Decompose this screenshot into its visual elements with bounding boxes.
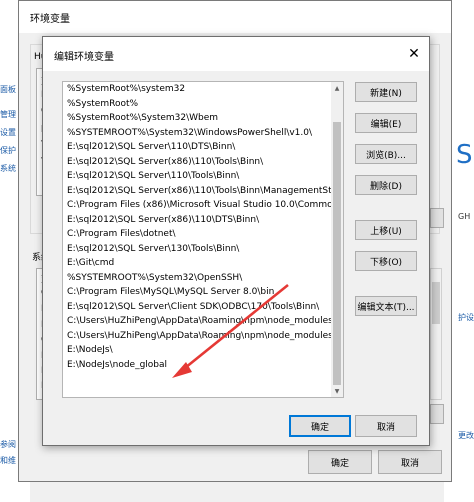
- background-link[interactable]: 和维: [0, 455, 16, 466]
- system-variables-scroll-thumb[interactable]: [432, 282, 440, 324]
- path-list-item[interactable]: C:\Program Files (x86)\Microsoft Visual …: [63, 198, 343, 213]
- path-list-item-selected[interactable]: E:\NodeJs\node_global: [63, 357, 343, 372]
- outer-user-delete-button[interactable]: [430, 208, 444, 228]
- background-text: GH: [458, 212, 471, 221]
- path-list-item[interactable]: E:\sql2012\SQL Server\110\Tools\Binn\: [63, 169, 343, 184]
- path-list-item[interactable]: E:\sql2012\SQL Server\Client SDK\ODBC\17…: [63, 300, 343, 315]
- background-link[interactable]: 参阅: [0, 439, 16, 450]
- path-list-item[interactable]: E:\sql2012\SQL Server\110\DTS\Binn\: [63, 140, 343, 155]
- background-link[interactable]: 面板: [0, 84, 16, 95]
- path-list-item[interactable]: E:\NodeJs\: [63, 343, 343, 358]
- background-link[interactable]: 系统: [0, 163, 16, 174]
- outer-titlebar[interactable]: [19, 1, 451, 33]
- dialog-ok-button[interactable]: 确定: [289, 415, 351, 437]
- outer-cancel-button[interactable]: 取消: [378, 450, 442, 474]
- path-list-item[interactable]: E:\sql2012\SQL Server(x86)\110\Tools\Bin…: [63, 155, 343, 170]
- path-list-item[interactable]: C:\Program Files\MySQL\MySQL Server 8.0\…: [63, 285, 343, 300]
- background-link[interactable]: 保护: [0, 145, 16, 156]
- delete-button[interactable]: 删除(D): [355, 175, 417, 195]
- close-icon[interactable]: ✕: [404, 44, 424, 64]
- move-up-button[interactable]: 上移(U): [355, 220, 417, 240]
- outer-system-delete-button[interactable]: [430, 404, 444, 424]
- path-list-item[interactable]: E:\sql2012\SQL Server(x86)\110\Tools\Bin…: [63, 184, 343, 199]
- path-list-item[interactable]: %SYSTEMROOT%\System32\OpenSSH\: [63, 271, 343, 286]
- path-list-scroll-thumb[interactable]: [333, 122, 341, 385]
- background-link[interactable]: 管理: [0, 109, 16, 120]
- path-list-item[interactable]: C:\Users\HuZhiPeng\AppData\Roaming\npm\n…: [63, 329, 343, 344]
- path-list[interactable]: %SystemRoot%\system32 %SystemRoot% %Syst…: [62, 81, 344, 398]
- path-list-item[interactable]: %SystemRoot%\system32: [63, 82, 343, 97]
- path-list-item[interactable]: E:\sql2012\SQL Server\130\Tools\Binn\: [63, 242, 343, 257]
- path-list-item[interactable]: C:\Program Files\dotnet\: [63, 227, 343, 242]
- path-list-item[interactable]: C:\Users\HuZhiPeng\AppData\Roaming\npm\n…: [63, 314, 343, 329]
- move-down-button[interactable]: 下移(O): [355, 251, 417, 271]
- new-button[interactable]: 新建(N): [355, 82, 417, 102]
- dialog-cancel-button[interactable]: 取消: [355, 415, 417, 437]
- dialog-title: 编辑环境变量: [54, 52, 114, 63]
- background-link[interactable]: 设置: [0, 127, 16, 138]
- background-link[interactable]: 更改: [458, 430, 474, 441]
- path-list-item[interactable]: E:\sql2012\SQL Server(x86)\110\DTS\Binn\: [63, 213, 343, 228]
- scroll-down-arrow-icon[interactable]: ▼: [331, 385, 343, 397]
- edit-button[interactable]: 编辑(E): [355, 113, 417, 133]
- edit-text-button[interactable]: 编辑文本(T)...: [355, 296, 417, 316]
- path-list-item[interactable]: %SYSTEMROOT%\System32\WindowsPowerShell\…: [63, 126, 343, 141]
- background-link[interactable]: 护设: [458, 312, 474, 323]
- path-list-item[interactable]: E:\Git\cmd: [63, 256, 343, 271]
- outer-ok-button[interactable]: 确定: [308, 450, 372, 474]
- background-brand-text: S: [456, 140, 473, 170]
- path-list-item[interactable]: %SystemRoot%: [63, 97, 343, 112]
- path-list-item[interactable]: %SystemRoot%\System32\Wbem: [63, 111, 343, 126]
- scroll-up-arrow-icon[interactable]: ▲: [331, 82, 343, 94]
- outer-window-title: 环境变量: [30, 14, 70, 25]
- browse-button[interactable]: 浏览(B)...: [355, 144, 417, 164]
